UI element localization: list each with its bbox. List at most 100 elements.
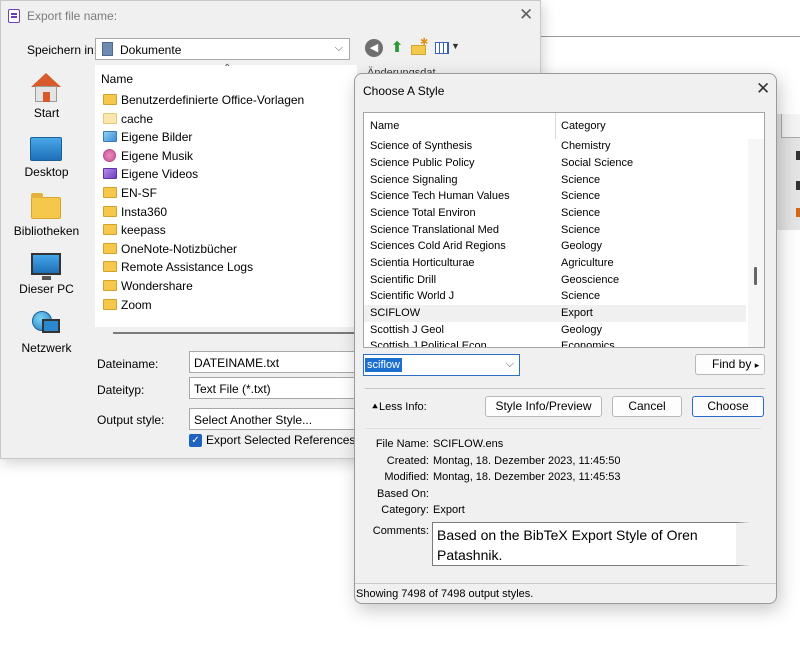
- status-text: Showing 7498 of 7498 output styles.: [356, 588, 534, 600]
- endnote-app-icon: [8, 9, 20, 23]
- table-row[interactable]: Science Translational Med Science: [364, 222, 746, 239]
- look-in-dropdown[interactable]: Dokumente ⌵: [95, 38, 350, 60]
- modified-label: Modified:: [384, 471, 429, 483]
- file-list[interactable]: ⌃ Name Benutzerdefinierte Office-Vorlage…: [95, 63, 357, 327]
- place-label: Desktop: [24, 165, 69, 179]
- folder-icon: [103, 243, 117, 254]
- place-start[interactable]: Start: [4, 65, 89, 123]
- folder-icon: [103, 299, 117, 310]
- file-name-label: File Name:: [375, 438, 429, 450]
- table-row[interactable]: Scottish J Political Econ Economics: [364, 338, 746, 347]
- folder-icon: [103, 224, 117, 235]
- chevron-down-icon: ⌵: [334, 42, 343, 54]
- folder-icon: [103, 94, 117, 105]
- vertical-scrollbar[interactable]: [748, 139, 764, 347]
- new-folder-icon[interactable]: ✱: [410, 37, 428, 57]
- background-cell-mark: [796, 181, 800, 190]
- style-table[interactable]: Name Category Science of Synthesis Chemis…: [363, 112, 765, 348]
- column-header-category[interactable]: Category: [561, 113, 606, 139]
- background-divider: [540, 36, 800, 37]
- folder-icon: [103, 261, 117, 272]
- network-icon: [30, 311, 62, 337]
- modified-value: Montag, 18. Dezember 2023, 11:45:53: [433, 471, 621, 483]
- scrollbar-thumb[interactable]: [754, 267, 757, 285]
- place-network[interactable]: Netzwerk: [4, 309, 89, 359]
- list-item[interactable]: Eigene Bilder: [103, 128, 355, 146]
- list-item[interactable]: Eigene Musik: [103, 147, 355, 165]
- sort-ascending-icon: ⌃: [223, 63, 232, 74]
- list-item[interactable]: keepass: [103, 221, 355, 239]
- close-icon[interactable]: ✕: [756, 79, 770, 99]
- place-label: Dieser PC: [19, 282, 74, 296]
- created-label: Created:: [386, 455, 429, 467]
- view-menu-icon[interactable]: ▼: [435, 39, 460, 57]
- style-search-combo[interactable]: sciflow ⌵: [363, 354, 520, 376]
- less-info-toggle[interactable]: ⯅Less Info:: [371, 401, 427, 413]
- cancel-button[interactable]: Cancel: [612, 396, 682, 417]
- list-item[interactable]: cache: [103, 110, 355, 128]
- comments-label: Comments:: [372, 525, 429, 537]
- table-row[interactable]: Science Tech Human Values Science: [364, 188, 746, 205]
- folder-icon: [103, 187, 117, 198]
- table-row[interactable]: Scientia Horticulturae Agriculture: [364, 255, 746, 272]
- list-item[interactable]: Remote Assistance Logs: [103, 258, 355, 276]
- folder-icon: [103, 206, 117, 217]
- table-row[interactable]: Science Public Policy Social Science: [364, 155, 746, 172]
- column-separator: [555, 113, 556, 139]
- list-item[interactable]: Eigene Videos: [103, 165, 355, 183]
- close-icon[interactable]: ✕: [519, 5, 533, 25]
- place-libraries[interactable]: Bibliotheken: [4, 193, 89, 243]
- output-style-dropdown[interactable]: Select Another Style...: [189, 408, 359, 430]
- table-row[interactable]: Sciences Cold Arid Regions Geology: [364, 238, 746, 255]
- place-label: Start: [33, 106, 60, 120]
- style-info-panel: File Name: SCIFLOW.ens Created: Montag, …: [365, 428, 761, 573]
- filetype-dropdown[interactable]: Text File (*.txt): [189, 377, 359, 399]
- look-in-value: Dokumente: [120, 43, 182, 57]
- horizontal-scrollbar[interactable]: [113, 332, 358, 334]
- list-item[interactable]: Insta360: [103, 203, 355, 221]
- chevron-down-icon: ⌵: [505, 358, 514, 370]
- find-by-button[interactable]: Find by ▸: [695, 354, 765, 375]
- column-header-name[interactable]: Name: [101, 72, 133, 86]
- choose-button[interactable]: Choose: [692, 396, 764, 417]
- table-row-selected[interactable]: SCIFLOW Export: [364, 305, 746, 322]
- this-pc-icon: [31, 253, 61, 280]
- table-row[interactable]: Scottish J Geol Geology: [364, 322, 746, 339]
- filename-input[interactable]: DATEINAME.txt: [189, 351, 359, 373]
- place-label: Netzwerk: [21, 341, 72, 355]
- documents-icon: [102, 42, 113, 56]
- file-name-value: SCIFLOW.ens: [433, 438, 504, 450]
- divider: [365, 388, 765, 389]
- dialog-title: Choose A Style: [363, 84, 445, 98]
- filename-label: Dateiname:: [97, 357, 159, 371]
- up-folder-icon[interactable]: ⬆: [388, 39, 406, 57]
- background-table-header-cell: [781, 114, 800, 138]
- chevron-right-icon: ▸: [754, 360, 760, 370]
- list-item[interactable]: EN-SF: [103, 184, 355, 202]
- export-selected-label: Export Selected References: [206, 433, 356, 447]
- libraries-folder-icon: [31, 193, 61, 219]
- comments-text: Based on the BibTeX Export Style of Oren…: [432, 522, 750, 566]
- place-label: Bibliotheken: [13, 224, 80, 238]
- list-item[interactable]: OneNote-Notizbücher: [103, 240, 355, 258]
- back-arrow-icon[interactable]: ◀: [365, 39, 383, 57]
- export-selected-checkbox[interactable]: ✓: [189, 434, 202, 447]
- music-folder-icon: [103, 149, 116, 162]
- style-info-preview-button[interactable]: Style Info/Preview: [485, 396, 602, 417]
- column-header-name[interactable]: Name: [370, 113, 399, 139]
- look-in-label: Speichern in:: [27, 43, 98, 57]
- place-desktop[interactable]: Desktop: [4, 133, 89, 183]
- background-cell-mark: [796, 208, 800, 217]
- collapse-up-icon: ⯅: [371, 402, 379, 413]
- table-row[interactable]: Scientific World J Science: [364, 288, 746, 305]
- pictures-folder-icon: [103, 131, 117, 142]
- table-row[interactable]: Scientific Drill Geoscience: [364, 272, 746, 289]
- list-item[interactable]: Zoom: [103, 296, 355, 314]
- table-row[interactable]: Science of Synthesis Chemistry: [364, 138, 746, 155]
- table-row[interactable]: Science Total Environ Science: [364, 205, 746, 222]
- list-item[interactable]: Benutzerdefinierte Office-Vorlagen: [103, 91, 355, 109]
- table-row[interactable]: Science Signaling Science: [364, 172, 746, 189]
- list-item[interactable]: Wondershare: [103, 277, 355, 295]
- folder-icon: [103, 280, 117, 291]
- place-this-pc[interactable]: Dieser PC: [4, 251, 89, 301]
